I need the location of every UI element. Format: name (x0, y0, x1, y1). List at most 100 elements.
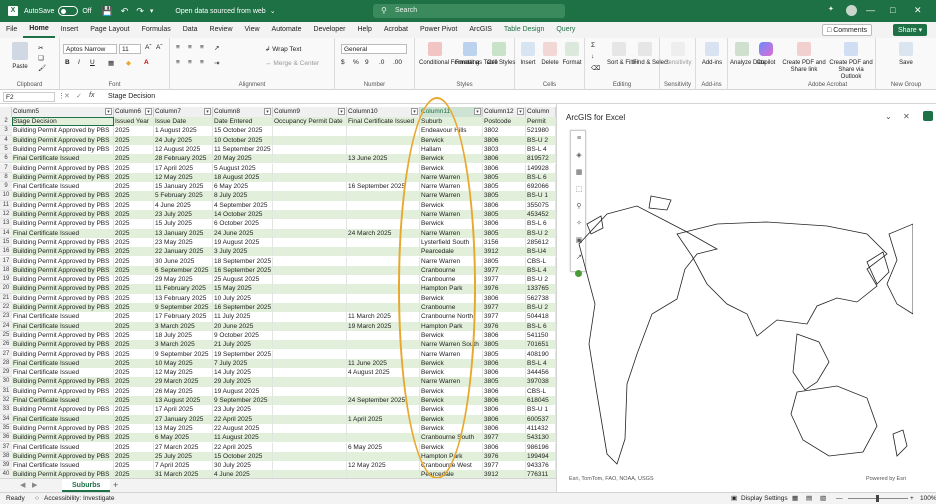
table-cell[interactable] (273, 200, 347, 210)
font-size-combo[interactable]: 11 (119, 44, 141, 54)
table-cell[interactable]: 2025 (114, 396, 154, 406)
row-number[interactable]: 16 (0, 247, 12, 257)
table-cell[interactable]: 3805 (483, 182, 526, 192)
table-cell[interactable]: 9 September 2025 (213, 396, 273, 406)
table-cell[interactable]: 2025 (114, 321, 154, 331)
table-cell[interactable] (347, 470, 420, 478)
table-cell[interactable]: Building Permit Approved by PBS (12, 172, 114, 183)
zoom-out-icon[interactable]: — (836, 493, 843, 504)
table-cell[interactable]: Cranbourne South (420, 433, 483, 443)
table-cell[interactable]: 3805 (483, 172, 526, 183)
table-cell[interactable]: Building Permit Approved by PBS (12, 470, 114, 478)
table-cell[interactable]: 1 April 2025 (347, 414, 420, 424)
column-header[interactable]: Column8 ▾ (213, 107, 273, 117)
table-cell[interactable] (347, 330, 420, 341)
table-cell[interactable]: Berwick (420, 368, 483, 378)
table-cell[interactable]: 19 August 2025 (213, 386, 273, 396)
table-cell[interactable]: Building Permit Approved by PBS (12, 191, 114, 201)
table-cell[interactable]: 28 February 2025 (154, 154, 213, 164)
avatar[interactable] (846, 5, 857, 16)
number-format-combo[interactable]: General (341, 44, 407, 54)
table-cell[interactable]: 21 July 2025 (213, 340, 273, 350)
table-cell[interactable]: Hampton Park (420, 451, 483, 462)
table-cell[interactable]: 199494 (526, 451, 556, 462)
table-cell[interactable]: 2025 (114, 451, 154, 462)
table-cell[interactable]: 2025 (114, 228, 154, 238)
table-cell[interactable]: 3976 (483, 284, 526, 294)
tab-page-layout[interactable]: Page Layout (84, 22, 135, 38)
row-number[interactable]: 15 (0, 237, 12, 248)
table-cell[interactable]: Building Permit Approved by PBS (12, 293, 114, 303)
menu-icon[interactable]: ≡ (575, 135, 583, 143)
tab-help[interactable]: Help (351, 22, 377, 38)
comma-icon[interactable]: 9 (365, 59, 369, 66)
table-cell[interactable]: Final Certificate Issued (12, 154, 114, 164)
table-cell[interactable]: 2025 (114, 433, 154, 443)
table-cell[interactable]: 5 August 2025 (213, 163, 273, 173)
row-number[interactable]: 24 (0, 321, 12, 331)
table-cell[interactable]: Building Permit Approved by PBS (12, 163, 114, 173)
align-right-icon[interactable]: ≡ (200, 59, 204, 66)
table-cell[interactable]: 3977 (483, 303, 526, 313)
table-cell[interactable]: BS-U4 (526, 247, 556, 257)
table-cell[interactable]: 3977 (483, 433, 526, 443)
table-cell[interactable]: Berwick (420, 423, 483, 434)
table-cell[interactable]: 2025 (114, 210, 154, 220)
save-button[interactable]: Save (894, 42, 918, 67)
addins-button[interactable]: Add-ins (698, 42, 726, 67)
table-cell[interactable]: 20 June 2025 (213, 321, 273, 331)
table-cell[interactable] (273, 126, 347, 136)
table-cell[interactable]: Building Permit Approved by PBS (12, 256, 114, 266)
table-cell[interactable]: 26 May 2025 (154, 386, 213, 396)
table-cell[interactable]: 19 March 2025 (347, 321, 420, 331)
table-cell[interactable] (347, 126, 420, 136)
table-cell[interactable]: Berwick (420, 405, 483, 415)
table-cell[interactable]: 23 July 2025 (213, 405, 273, 415)
row-number[interactable]: 36 (0, 433, 12, 443)
table-cell[interactable]: 3806 (483, 293, 526, 303)
table-cell[interactable]: 3806 (483, 442, 526, 452)
table-cell[interactable]: Berwick (420, 414, 483, 424)
table-cell[interactable]: 2025 (114, 163, 154, 173)
table-cell[interactable] (347, 284, 420, 294)
tab-home[interactable]: Home (23, 22, 55, 38)
table-cell[interactable]: 562738 (526, 293, 556, 303)
sort-filter-button[interactable]: Sort & Filter (607, 42, 639, 67)
table-cell[interactable] (273, 163, 347, 173)
table-cell[interactable]: Building Permit Approved by PBS (12, 284, 114, 294)
table-cell[interactable]: 2025 (114, 172, 154, 183)
table-cell[interactable]: BS-L 4 (526, 358, 556, 369)
table-cell[interactable]: 3803 (483, 144, 526, 155)
table-cell[interactable]: 6 May 2025 (213, 182, 273, 192)
clear-icon[interactable]: ⌫ (591, 64, 600, 72)
underline-icon[interactable]: U (90, 59, 95, 66)
delete-cells-button[interactable]: Delete (539, 42, 561, 67)
wrap-text-button[interactable]: ↲ Wrap Text (265, 45, 301, 53)
table-cell[interactable] (347, 210, 420, 220)
table-cell[interactable]: Building Permit Approved by PBS (12, 144, 114, 155)
table-cell[interactable]: 819572 (526, 154, 556, 164)
table-cell[interactable]: 3976 (483, 321, 526, 331)
page-layout-view-icon[interactable]: ▤ (806, 493, 812, 504)
table-cell[interactable] (273, 461, 347, 471)
table-cell[interactable]: 2025 (114, 470, 154, 478)
table-cell[interactable] (273, 182, 347, 192)
table-cell[interactable]: 2025 (114, 284, 154, 294)
table-cell[interactable]: 701651 (526, 340, 556, 350)
table-cell[interactable]: 3805 (483, 340, 526, 350)
table-cell[interactable]: Final Certificate Issued (12, 358, 114, 369)
table-cell[interactable]: 29 July 2025 (213, 377, 273, 387)
close-icon[interactable]: ✕ (914, 5, 922, 15)
format-as-table-button[interactable]: Format as Table (455, 42, 498, 67)
table-cell[interactable]: 3912 (483, 470, 526, 478)
table-cell[interactable]: 692066 (526, 182, 556, 192)
autosave-toggle[interactable] (58, 6, 79, 16)
table-cell[interactable]: 29 March 2025 (154, 377, 213, 387)
tab-view[interactable]: View (239, 22, 266, 38)
table-header-cell[interactable]: Postcode (483, 117, 526, 127)
column-header[interactable]: Column9 ▾ (273, 107, 347, 117)
table-cell[interactable]: 16 September 2025 (213, 303, 273, 313)
table-cell[interactable]: 2025 (114, 126, 154, 136)
table-cell[interactable]: Berwick (420, 154, 483, 164)
filter-dropdown-icon[interactable]: ▾ (474, 108, 481, 115)
